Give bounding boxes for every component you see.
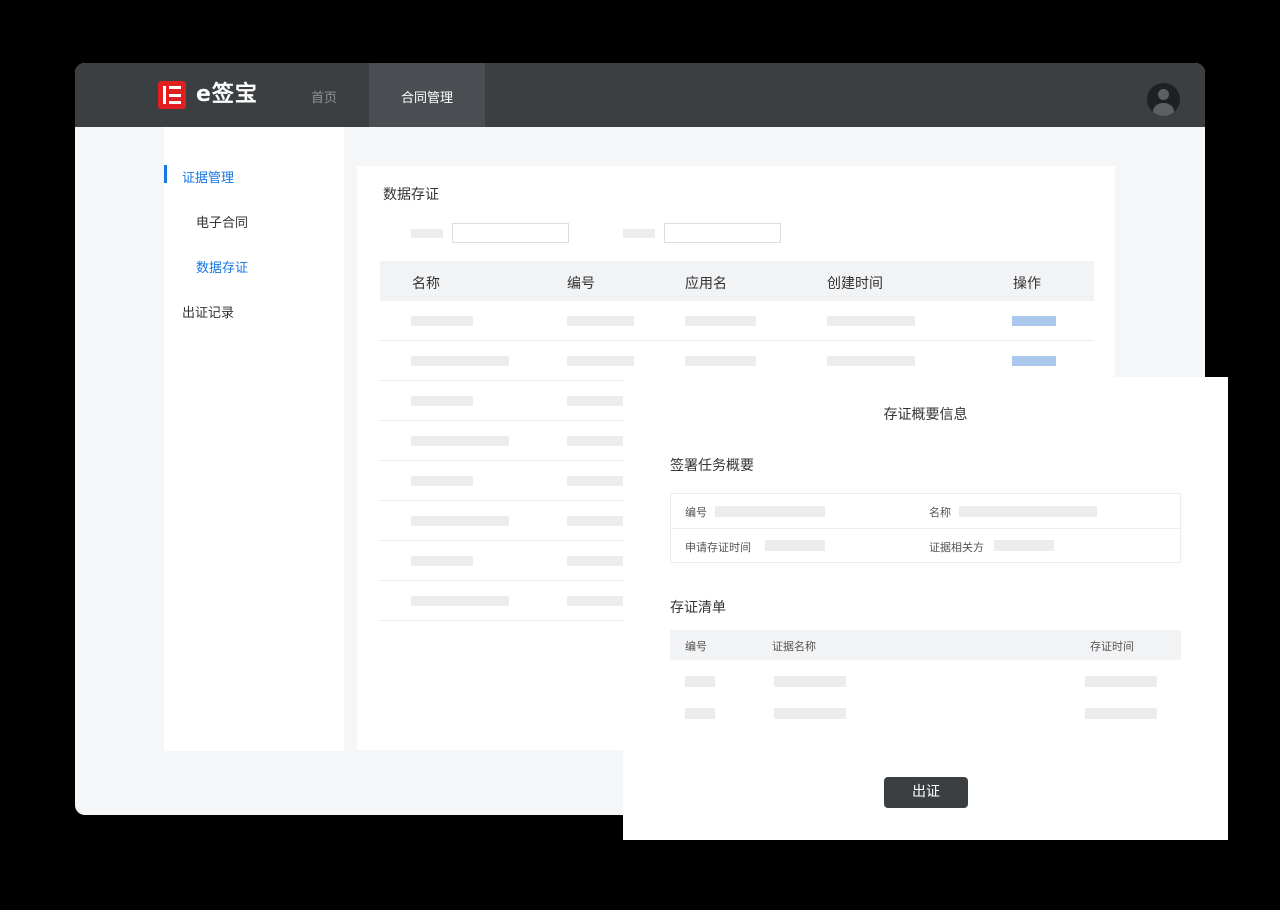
table-row[interactable] (380, 301, 1094, 341)
list-section-title: 存证清单 (670, 600, 726, 616)
list-column-header: 存证时间 (1090, 640, 1134, 653)
table-header: 名称 编号 应用名 创建时间 操作 (380, 261, 1094, 301)
sidebar-item-data-deposit[interactable]: 数据存证 (196, 257, 248, 276)
table-row[interactable] (380, 341, 1094, 381)
user-avatar-icon[interactable] (1147, 83, 1180, 116)
row-action-link[interactable] (1012, 316, 1056, 326)
sidebar-item-issue-records[interactable]: 出证记录 (182, 302, 234, 321)
summary-label-related-party: 证据相关方 (929, 541, 984, 554)
column-header: 应用名 (685, 276, 727, 292)
brand-logo[interactable]: e签宝 (158, 81, 258, 109)
summary-value-number (715, 506, 825, 517)
summary-label-apply-time: 申请存证时间 (685, 541, 751, 554)
column-header: 创建时间 (827, 276, 883, 292)
column-header: 编号 (567, 276, 595, 292)
sidebar-active-indicator (164, 165, 167, 183)
summary-section-title: 签署任务概要 (670, 458, 754, 474)
column-header: 操作 (1013, 276, 1041, 292)
column-header: 名称 (412, 276, 440, 292)
summary-value-apply-time (765, 540, 825, 551)
modal-title: 存证概要信息 (883, 407, 968, 423)
filter-label-placeholder (623, 229, 655, 238)
issue-certificate-button[interactable]: 出证 (884, 777, 968, 808)
row-action-link[interactable] (1012, 356, 1056, 366)
deposit-summary-modal: 存证概要信息 签署任务概要 编号 名称 申请存证时间 证据相关方 存证清单 编号… (623, 377, 1228, 840)
list-column-header: 编号 (685, 640, 707, 653)
list-header: 编号 证据名称 存证时间 (670, 630, 1181, 660)
list-column-header: 证据名称 (772, 640, 816, 653)
top-navbar: e签宝 首页 合同管理 (75, 63, 1205, 127)
e-sign-logo-icon (158, 81, 186, 109)
sidebar-item-evidence-management[interactable]: 证据管理 (182, 167, 234, 186)
nav-tab-home[interactable]: 首页 (311, 63, 337, 127)
summary-value-name (959, 506, 1097, 517)
filter-label-placeholder (411, 229, 443, 238)
filter-input[interactable] (664, 223, 781, 243)
filter-input[interactable] (452, 223, 569, 243)
summary-value-related-party (994, 540, 1054, 551)
summary-label-name: 名称 (929, 506, 951, 519)
summary-label-number: 编号 (685, 506, 707, 519)
sidebar: 证据管理 电子合同 数据存证 出证记录 (164, 127, 344, 751)
brand-name: e签宝 (196, 82, 258, 107)
nav-tab-contract-management[interactable]: 合同管理 (369, 63, 485, 127)
sidebar-item-e-contract[interactable]: 电子合同 (196, 212, 248, 231)
page-title: 数据存证 (383, 187, 439, 203)
summary-box: 编号 名称 申请存证时间 证据相关方 (670, 493, 1181, 563)
